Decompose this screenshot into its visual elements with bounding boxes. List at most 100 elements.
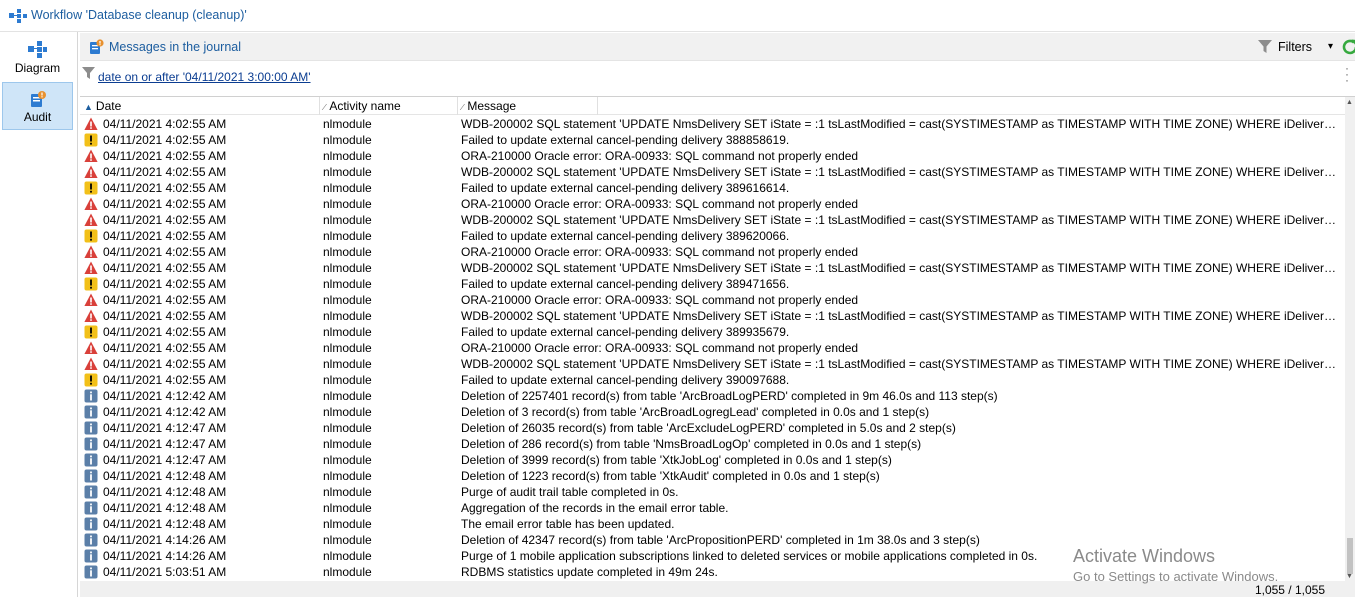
table-row[interactable]: 04/11/2021 4:02:55 AM nlmodule WDB-200002 … bbox=[80, 308, 1345, 324]
table-row[interactable]: 04/11/2021 4:02:55 AM nlmodule WDB-200002 … bbox=[80, 260, 1345, 276]
filters-label: Filters bbox=[1278, 40, 1313, 54]
table-row[interactable]: 04/11/2021 4:02:55 AM nlmodule WDB-200002 … bbox=[80, 212, 1345, 228]
row-message: ORA-210000 Oracle error: ORA-00933: SQL … bbox=[461, 293, 859, 307]
row-activity: nlmodule bbox=[323, 261, 372, 275]
error-icon bbox=[84, 245, 98, 259]
row-activity: nlmodule bbox=[323, 517, 372, 531]
table-row[interactable]: 04/11/2021 4:02:55 AM nlmodule ORA-210000 … bbox=[80, 196, 1345, 212]
row-date: 04/11/2021 4:02:55 AM bbox=[103, 149, 227, 163]
table-row[interactable]: 04/11/2021 4:02:55 AM nlmodule Failed to u… bbox=[80, 132, 1345, 148]
row-activity: nlmodule bbox=[323, 229, 372, 243]
row-message: Purge of 1 mobile application subscripti… bbox=[461, 549, 1038, 563]
table-row[interactable]: 04/11/2021 4:02:55 AM nlmodule ORA-210000 … bbox=[80, 148, 1345, 164]
table-row[interactable]: 04/11/2021 4:12:42 AM nlmodule Deletion of… bbox=[80, 404, 1345, 420]
row-message: WDB-200002 SQL statement 'UPDATE NmsDeli… bbox=[461, 213, 1339, 227]
journal-title: Messages in the journal bbox=[109, 40, 242, 54]
date-filter-link[interactable]: date on or after '04/11/2021 3:00:00 AM' bbox=[98, 70, 311, 84]
error-icon bbox=[84, 213, 98, 227]
table-row[interactable]: 04/11/2021 4:12:42 AM nlmodule Deletion of… bbox=[80, 388, 1345, 404]
scroll-up-icon[interactable]: ▲ bbox=[1346, 99, 1353, 106]
table-row[interactable]: 04/11/2021 4:02:55 AM nlmodule WDB-200002 … bbox=[80, 116, 1345, 132]
table-row[interactable]: 04/11/2021 4:02:55 AM nlmodule WDB-200002 … bbox=[80, 356, 1345, 372]
table-row[interactable]: 04/11/2021 4:14:26 AM nlmodule Deletion of… bbox=[80, 532, 1345, 548]
nav-diagram-button[interactable]: Diagram bbox=[2, 34, 73, 82]
warning-icon bbox=[84, 181, 98, 195]
row-activity: nlmodule bbox=[323, 533, 372, 547]
row-activity: nlmodule bbox=[323, 277, 372, 291]
row-message: The email error table has been updated. bbox=[461, 517, 675, 531]
info-icon bbox=[84, 533, 98, 547]
column-header-activity[interactable]: ⁄ Activity name bbox=[320, 97, 458, 115]
funnel-icon bbox=[1258, 40, 1272, 53]
refresh-icon[interactable] bbox=[1340, 37, 1355, 57]
more-options-icon[interactable]: · · · bbox=[1345, 62, 1349, 86]
table-row[interactable]: 04/11/2021 4:12:48 AM nlmodule Deletion of… bbox=[80, 468, 1345, 484]
row-message: WDB-200002 SQL statement 'UPDATE NmsDeli… bbox=[461, 117, 1339, 131]
row-date: 04/11/2021 5:03:51 AM bbox=[103, 565, 227, 579]
scrollbar-thumb[interactable] bbox=[1347, 538, 1353, 574]
table-row[interactable]: 04/11/2021 5:03:51 AM nlmodule RDBMS stati… bbox=[80, 564, 1345, 580]
table-row[interactable]: 04/11/2021 4:02:55 AM nlmodule ORA-210000 … bbox=[80, 244, 1345, 260]
row-message: WDB-200002 SQL statement 'UPDATE NmsDeli… bbox=[461, 165, 1339, 179]
row-activity: nlmodule bbox=[323, 149, 372, 163]
table-row[interactable]: 04/11/2021 4:12:48 AM nlmodule Aggregation… bbox=[80, 500, 1345, 516]
error-icon bbox=[84, 117, 98, 131]
row-date: 04/11/2021 4:12:48 AM bbox=[103, 501, 227, 515]
table-row[interactable]: 04/11/2021 4:12:48 AM nlmodule Purge of au… bbox=[80, 484, 1345, 500]
error-icon bbox=[84, 149, 98, 163]
table-row[interactable]: 04/11/2021 4:12:47 AM nlmodule Deletion of… bbox=[80, 452, 1345, 468]
column-header-date[interactable]: ▲ Date bbox=[80, 97, 320, 115]
table-row[interactable]: 04/11/2021 4:12:47 AM nlmodule Deletion of… bbox=[80, 436, 1345, 452]
column-header-message-label: Message bbox=[467, 99, 517, 113]
info-icon bbox=[84, 421, 98, 435]
table-row[interactable]: 04/11/2021 4:12:48 AM nlmodule The email e… bbox=[80, 516, 1345, 532]
row-date: 04/11/2021 4:12:47 AM bbox=[103, 421, 227, 435]
table-row[interactable]: 04/11/2021 4:12:47 AM nlmodule Deletion of… bbox=[80, 420, 1345, 436]
row-date: 04/11/2021 4:02:55 AM bbox=[103, 341, 227, 355]
window-titlebar: Workflow 'Database cleanup (cleanup)' bbox=[0, 0, 1355, 32]
sort-ascending-icon: ▲ bbox=[84, 102, 93, 112]
table-row[interactable]: 04/11/2021 4:02:55 AM nlmodule Failed to u… bbox=[80, 228, 1345, 244]
row-date: 04/11/2021 4:12:42 AM bbox=[103, 405, 227, 419]
row-date: 04/11/2021 4:02:55 AM bbox=[103, 133, 227, 147]
row-activity: nlmodule bbox=[323, 357, 372, 371]
row-date: 04/11/2021 4:12:48 AM bbox=[103, 469, 227, 483]
row-activity: nlmodule bbox=[323, 405, 372, 419]
table-row[interactable]: 04/11/2021 4:02:55 AM nlmodule Failed to u… bbox=[80, 372, 1345, 388]
row-message: Failed to update external cancel-pending… bbox=[461, 325, 790, 339]
info-icon bbox=[84, 517, 98, 531]
row-date: 04/11/2021 4:02:55 AM bbox=[103, 213, 227, 227]
row-date: 04/11/2021 4:02:55 AM bbox=[103, 357, 227, 371]
column-sort-handle-icon: ⁄ bbox=[324, 103, 326, 112]
row-activity: nlmodule bbox=[323, 549, 372, 563]
table-row[interactable]: 04/11/2021 4:02:55 AM nlmodule Failed to u… bbox=[80, 324, 1345, 340]
audit-icon bbox=[31, 91, 46, 107]
row-message: ORA-210000 Oracle error: ORA-00933: SQL … bbox=[461, 245, 859, 259]
row-activity: nlmodule bbox=[323, 293, 372, 307]
row-activity: nlmodule bbox=[323, 245, 372, 259]
table-row[interactable]: 04/11/2021 4:02:55 AM nlmodule ORA-210000 … bbox=[80, 292, 1345, 308]
filters-button[interactable]: Filters ▾ bbox=[1258, 37, 1333, 57]
nav-audit-button[interactable]: Audit bbox=[2, 82, 73, 130]
table-row[interactable]: 04/11/2021 4:02:55 AM nlmodule Failed to u… bbox=[80, 276, 1345, 292]
table-row[interactable]: 04/11/2021 4:14:26 AM nlmodule Purge of 1 … bbox=[80, 548, 1345, 564]
nav-diagram-label: Diagram bbox=[14, 61, 61, 75]
table-row[interactable]: 04/11/2021 4:02:55 AM nlmodule ORA-210000 … bbox=[80, 340, 1345, 356]
row-message: Deletion of 2257401 record(s) from table… bbox=[461, 389, 998, 403]
row-date: 04/11/2021 4:02:55 AM bbox=[103, 117, 227, 131]
warning-icon bbox=[84, 229, 98, 243]
info-icon bbox=[84, 565, 98, 579]
scroll-down-icon[interactable]: ▼ bbox=[1346, 573, 1353, 580]
row-date: 04/11/2021 4:02:55 AM bbox=[103, 181, 227, 195]
column-header-message[interactable]: ⁄ Message bbox=[458, 97, 598, 115]
vertical-scrollbar[interactable]: ▲ ▼ bbox=[1345, 97, 1355, 581]
table-row[interactable]: 04/11/2021 4:02:55 AM nlmodule WDB-200002 … bbox=[80, 164, 1345, 180]
table-row[interactable]: 04/11/2021 4:02:55 AM nlmodule Failed to u… bbox=[80, 180, 1345, 196]
row-activity: nlmodule bbox=[323, 117, 372, 131]
record-count: 1,055 / 1,055 bbox=[1254, 583, 1325, 597]
row-activity: nlmodule bbox=[323, 341, 372, 355]
row-message: Deletion of 3999 record(s) from table 'X… bbox=[461, 453, 892, 467]
error-icon bbox=[84, 357, 98, 371]
chevron-down-icon: ▾ bbox=[1328, 41, 1334, 52]
row-message: Deletion of 286 record(s) from table 'Nm… bbox=[461, 437, 922, 451]
